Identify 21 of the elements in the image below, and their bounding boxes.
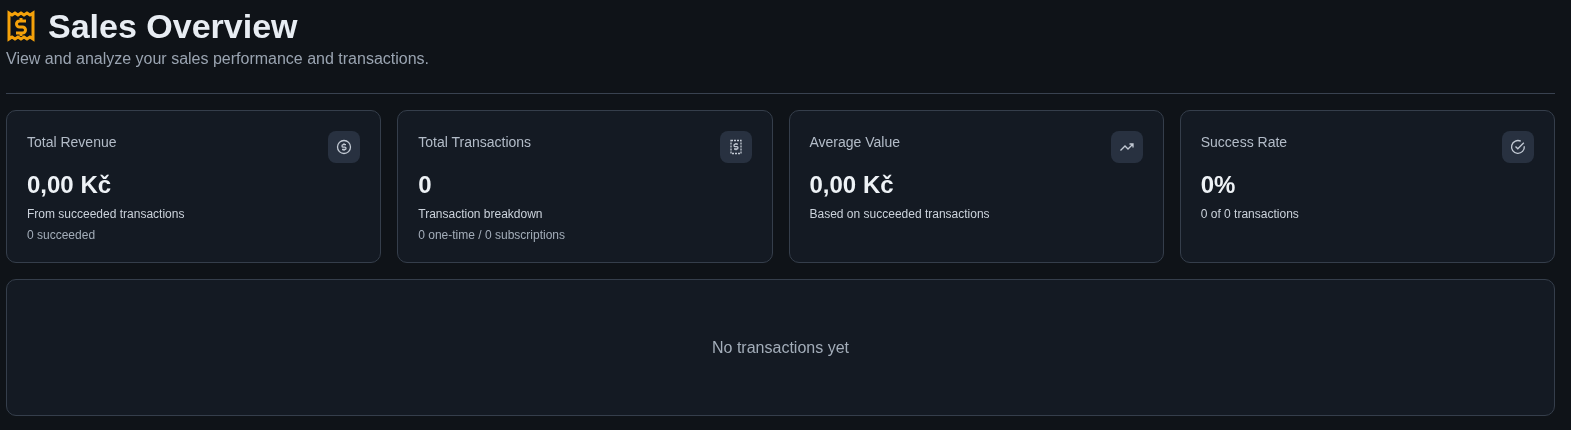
stat-label: Average Value — [809, 134, 901, 150]
page-title: Sales Overview — [48, 6, 298, 46]
check-circle-icon — [1510, 139, 1526, 155]
stat-detail: 0 one-time / 0 subscriptions — [418, 228, 566, 242]
stat-detail: 0 succeeded — [27, 228, 97, 242]
stat-label: Total Revenue — [27, 134, 117, 150]
stat-caption: From succeeded transactions — [27, 207, 186, 221]
stat-caption: Transaction breakdown — [418, 207, 544, 221]
stat-caption: 0 of 0 transactions — [1200, 207, 1300, 221]
stat-value: 0,00 Kč — [27, 171, 113, 199]
page-subtitle: View and analyze your sales performance and transactions. — [6, 50, 431, 68]
empty-message: No transactions yet — [712, 338, 849, 357]
dollar-circle-icon — [336, 139, 353, 155]
stat-value: 0,00 Kč — [809, 171, 895, 199]
stat-value: 0% — [1200, 171, 1237, 199]
stat-label: Total Transactions — [418, 134, 532, 150]
stat-value: 0 — [418, 171, 433, 199]
stat-caption: Based on succeeded transactions — [809, 207, 991, 221]
receipt-icon — [727, 139, 744, 155]
receipt-icon — [6, 10, 36, 42]
stat-label: Success Rate — [1200, 134, 1288, 150]
